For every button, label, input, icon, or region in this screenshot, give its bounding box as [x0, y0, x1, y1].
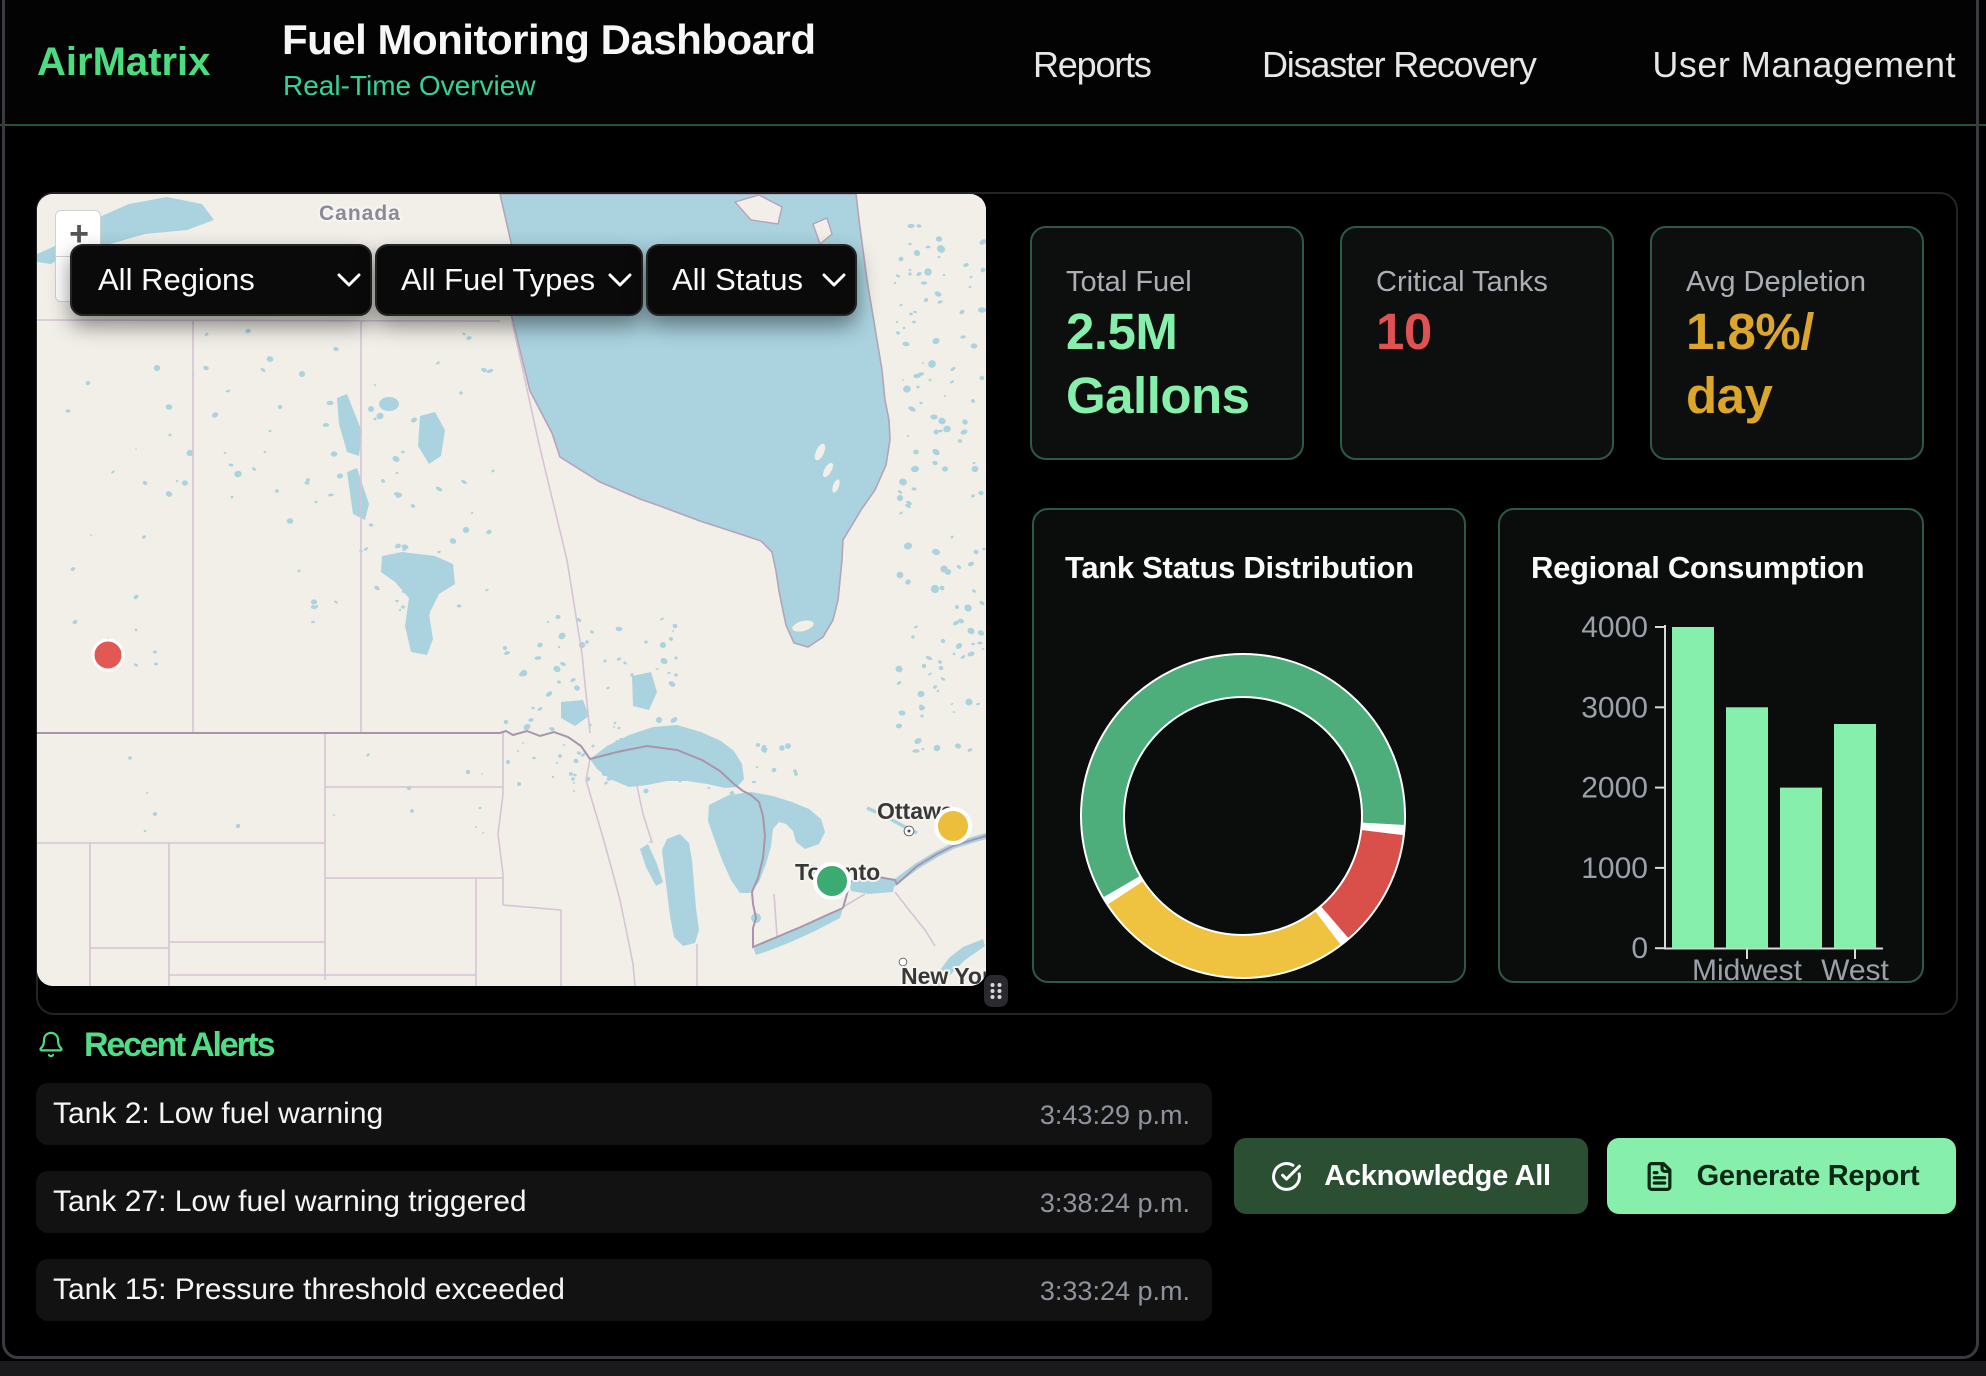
svg-text:Canada: Canada: [319, 202, 401, 225]
svg-text:2000: 2000: [1581, 772, 1648, 805]
svg-text:3000: 3000: [1581, 691, 1648, 724]
svg-text:4000: 4000: [1581, 611, 1648, 644]
svg-text:Midwest: Midwest: [1692, 954, 1803, 985]
svg-text:West: West: [1821, 954, 1889, 985]
svg-text:New York: New York: [901, 963, 986, 986]
svg-text:0: 0: [1631, 932, 1648, 965]
svg-text:1000: 1000: [1581, 852, 1648, 885]
